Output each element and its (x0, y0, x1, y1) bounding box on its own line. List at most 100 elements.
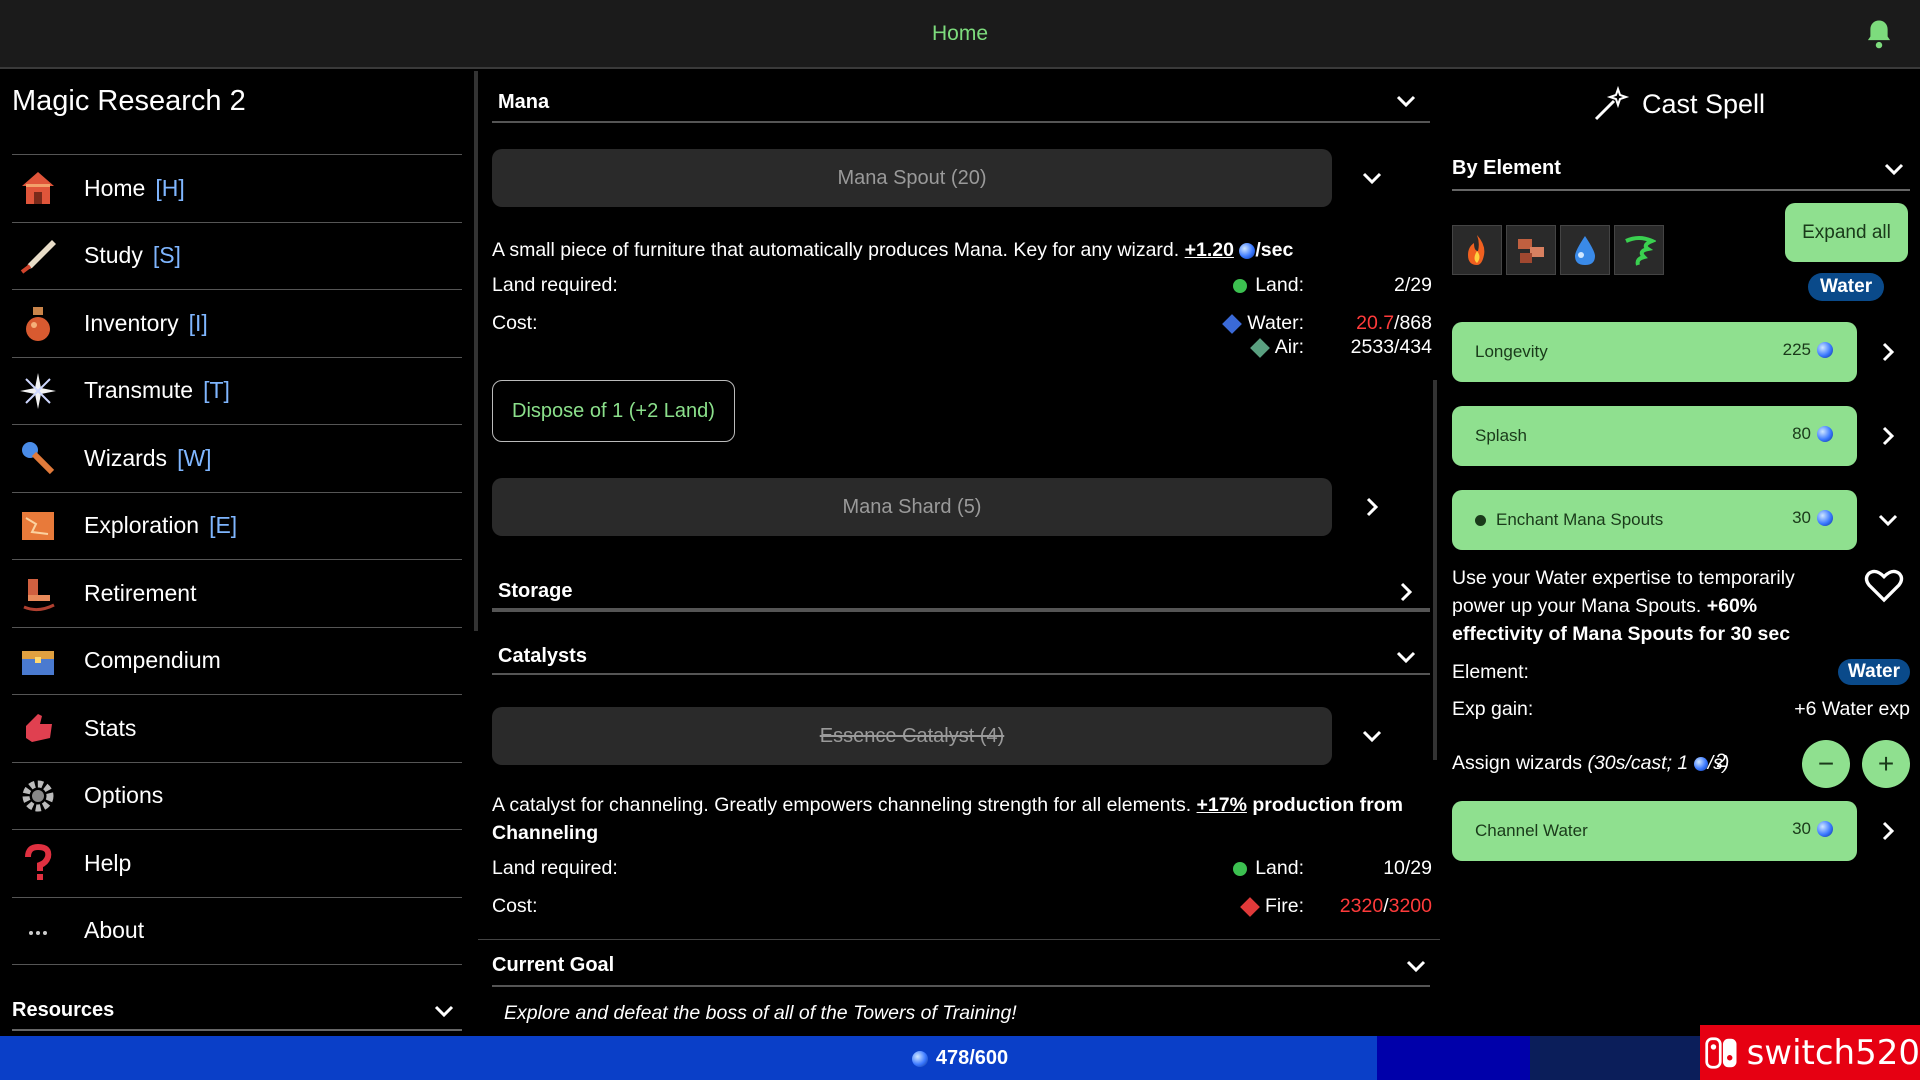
sidebar-item-label: Home (84, 174, 146, 201)
active-dot-icon (1475, 514, 1486, 526)
fire-icon[interactable] (1452, 225, 1502, 275)
chevron-right-icon[interactable] (1876, 424, 1900, 448)
spell-splash[interactable]: Splash 80 (1452, 406, 1857, 466)
goal-text: Explore and defeat the boss of all of th… (504, 1002, 1017, 1024)
sidebar-item-stats[interactable]: Stats (12, 695, 462, 763)
chevron-down-icon[interactable] (1876, 508, 1900, 532)
shortcut-key: [H] (155, 174, 185, 201)
catalyst-description: A catalyst for channeling. Greatly empow… (492, 791, 1432, 847)
water-gem-icon (1222, 313, 1243, 334)
rate-unit: /sec (1255, 239, 1294, 261)
dispose-button[interactable]: Dispose of 1 (+2 Land) (492, 380, 735, 442)
spell-channel-water[interactable]: Channel Water 30 (1452, 801, 1857, 861)
thumbs-icon (16, 706, 60, 750)
chevron-down-icon[interactable] (1360, 724, 1384, 748)
shortcut-key: [S] (152, 242, 181, 269)
sidebar-item-options[interactable]: Options (12, 763, 462, 830)
sidebar-item-home[interactable]: Home [H] (12, 155, 462, 223)
sidebar-item-inventory[interactable]: Inventory [I] (12, 290, 462, 358)
sidebar-item-label: Transmute (84, 377, 194, 404)
bonus-value: +17% (1196, 794, 1247, 816)
sparkle-icon (16, 369, 60, 413)
sidebar-item-compendium[interactable]: Compendium (12, 628, 462, 695)
shortcut-key: [W] (177, 444, 212, 471)
mana-orb-icon (1239, 242, 1256, 259)
earth-icon[interactable] (1506, 225, 1556, 275)
value: 10/29 (1383, 857, 1432, 879)
chevron-down-icon[interactable] (1360, 166, 1384, 190)
section-title: Catalysts (498, 645, 587, 667)
spell-enchant-mana-spouts[interactable]: Enchant Mana Spouts 30 (1452, 490, 1857, 550)
mana-spout-button[interactable]: Mana Spout (20) (492, 149, 1332, 207)
decrease-wizards-button[interactable]: − (1802, 740, 1850, 788)
map-icon (16, 504, 60, 548)
sidebar-item-about[interactable]: About (12, 898, 462, 965)
spell-cost: 80 (1792, 424, 1811, 443)
label: Land required: (492, 857, 618, 879)
section-title: Storage (498, 580, 573, 602)
mana-orb-icon (1817, 510, 1833, 526)
label: Exp gain: (1452, 698, 1534, 720)
assign-wizards-row: Assign wizards (30s/cast; 1 /s) 2 − + (1452, 740, 1912, 788)
sidebar-nav: Home [H] Study [S] Inventory [I] Transmute [… (12, 154, 462, 965)
mana-value: 478/600 (935, 1047, 1009, 1069)
sidebar-item-help[interactable]: Help (12, 830, 462, 898)
water-icon[interactable] (1560, 225, 1610, 275)
plus-icon: + (1877, 748, 1895, 779)
switch-logo-icon (1705, 1036, 1737, 1069)
tree-icon (1233, 278, 1248, 293)
current-goal-panel: Current Goal Explore and defeat the boss… (478, 939, 1440, 1036)
land-required-row: Land required: Land: 2/29 (492, 274, 1432, 300)
question-icon (16, 841, 60, 885)
label: Cost: (492, 895, 538, 917)
catalysts-section-header[interactable]: Catalysts (492, 637, 1430, 675)
watermark-logo: switch520 (1700, 1025, 1920, 1080)
top-bar: Home (0, 0, 1920, 69)
sidebar-item-label: Options (84, 782, 164, 809)
sidebar-item-label: Stats (84, 714, 137, 741)
mana-section-header[interactable]: Mana (492, 71, 1430, 123)
shortcut-key: [I] (188, 309, 208, 336)
essence-catalyst-button[interactable]: Essence Catalyst (4) (492, 707, 1332, 765)
chevron-right-icon[interactable] (1876, 340, 1900, 364)
title-text: Cast Spell (1642, 88, 1766, 119)
bell-icon[interactable] (1864, 18, 1894, 50)
mana-orb-icon (1817, 426, 1833, 442)
sidebar-item-wizards[interactable]: Wizards [W] (12, 425, 462, 493)
catalyst-land-row: Land required: Land: 10/29 (492, 857, 1432, 883)
home-tab[interactable]: Home (0, 22, 1920, 46)
resources-header[interactable]: Resources (12, 991, 462, 1031)
expand-all-button[interactable]: Expand all (1785, 203, 1908, 262)
storage-section-header[interactable] (492, 610, 1430, 612)
tree-icon (1233, 861, 1248, 876)
sidebar-item-study[interactable]: Study [S] (12, 223, 462, 290)
air-icon[interactable] (1614, 225, 1664, 275)
main-scrollbar[interactable] (1433, 380, 1437, 760)
sidebar-item-transmute[interactable]: Transmute [T] (12, 358, 462, 425)
storage-header-row[interactable]: Storage (492, 572, 1430, 610)
element-filter (1452, 225, 1664, 275)
sidebar-item-exploration[interactable]: Exploration [E] (12, 493, 462, 560)
chevron-down-icon[interactable] (1404, 954, 1428, 978)
spell-name: Longevity (1475, 342, 1548, 361)
description-text: A small piece of furniture that automati… (492, 239, 1180, 261)
by-element-header[interactable]: By Element (1452, 151, 1910, 191)
have-value: 2320 (1339, 895, 1384, 917)
cast-spell-title: Cast Spell (1592, 85, 1765, 123)
rocking-chair-icon (16, 571, 60, 615)
increase-wizards-button[interactable]: + (1862, 740, 1910, 788)
chevron-right-icon[interactable] (1360, 495, 1384, 519)
section-title: Mana (498, 91, 550, 113)
heart-icon[interactable] (1864, 566, 1904, 604)
label: Fire: (1265, 895, 1304, 917)
label: Land: (1255, 274, 1304, 296)
chevron-down-icon (1396, 95, 1416, 108)
chevron-right-icon[interactable] (1876, 819, 1900, 843)
spell-longevity[interactable]: Longevity 225 (1452, 322, 1857, 382)
chevron-down-icon (1396, 651, 1416, 664)
mana-shard-button[interactable]: Mana Shard (5) (492, 478, 1332, 536)
label: Land required: (492, 274, 618, 296)
value: 2533/434 (1350, 336, 1432, 358)
sidebar-item-retirement[interactable]: Retirement (12, 560, 462, 628)
ellipsis-icon (16, 909, 60, 953)
